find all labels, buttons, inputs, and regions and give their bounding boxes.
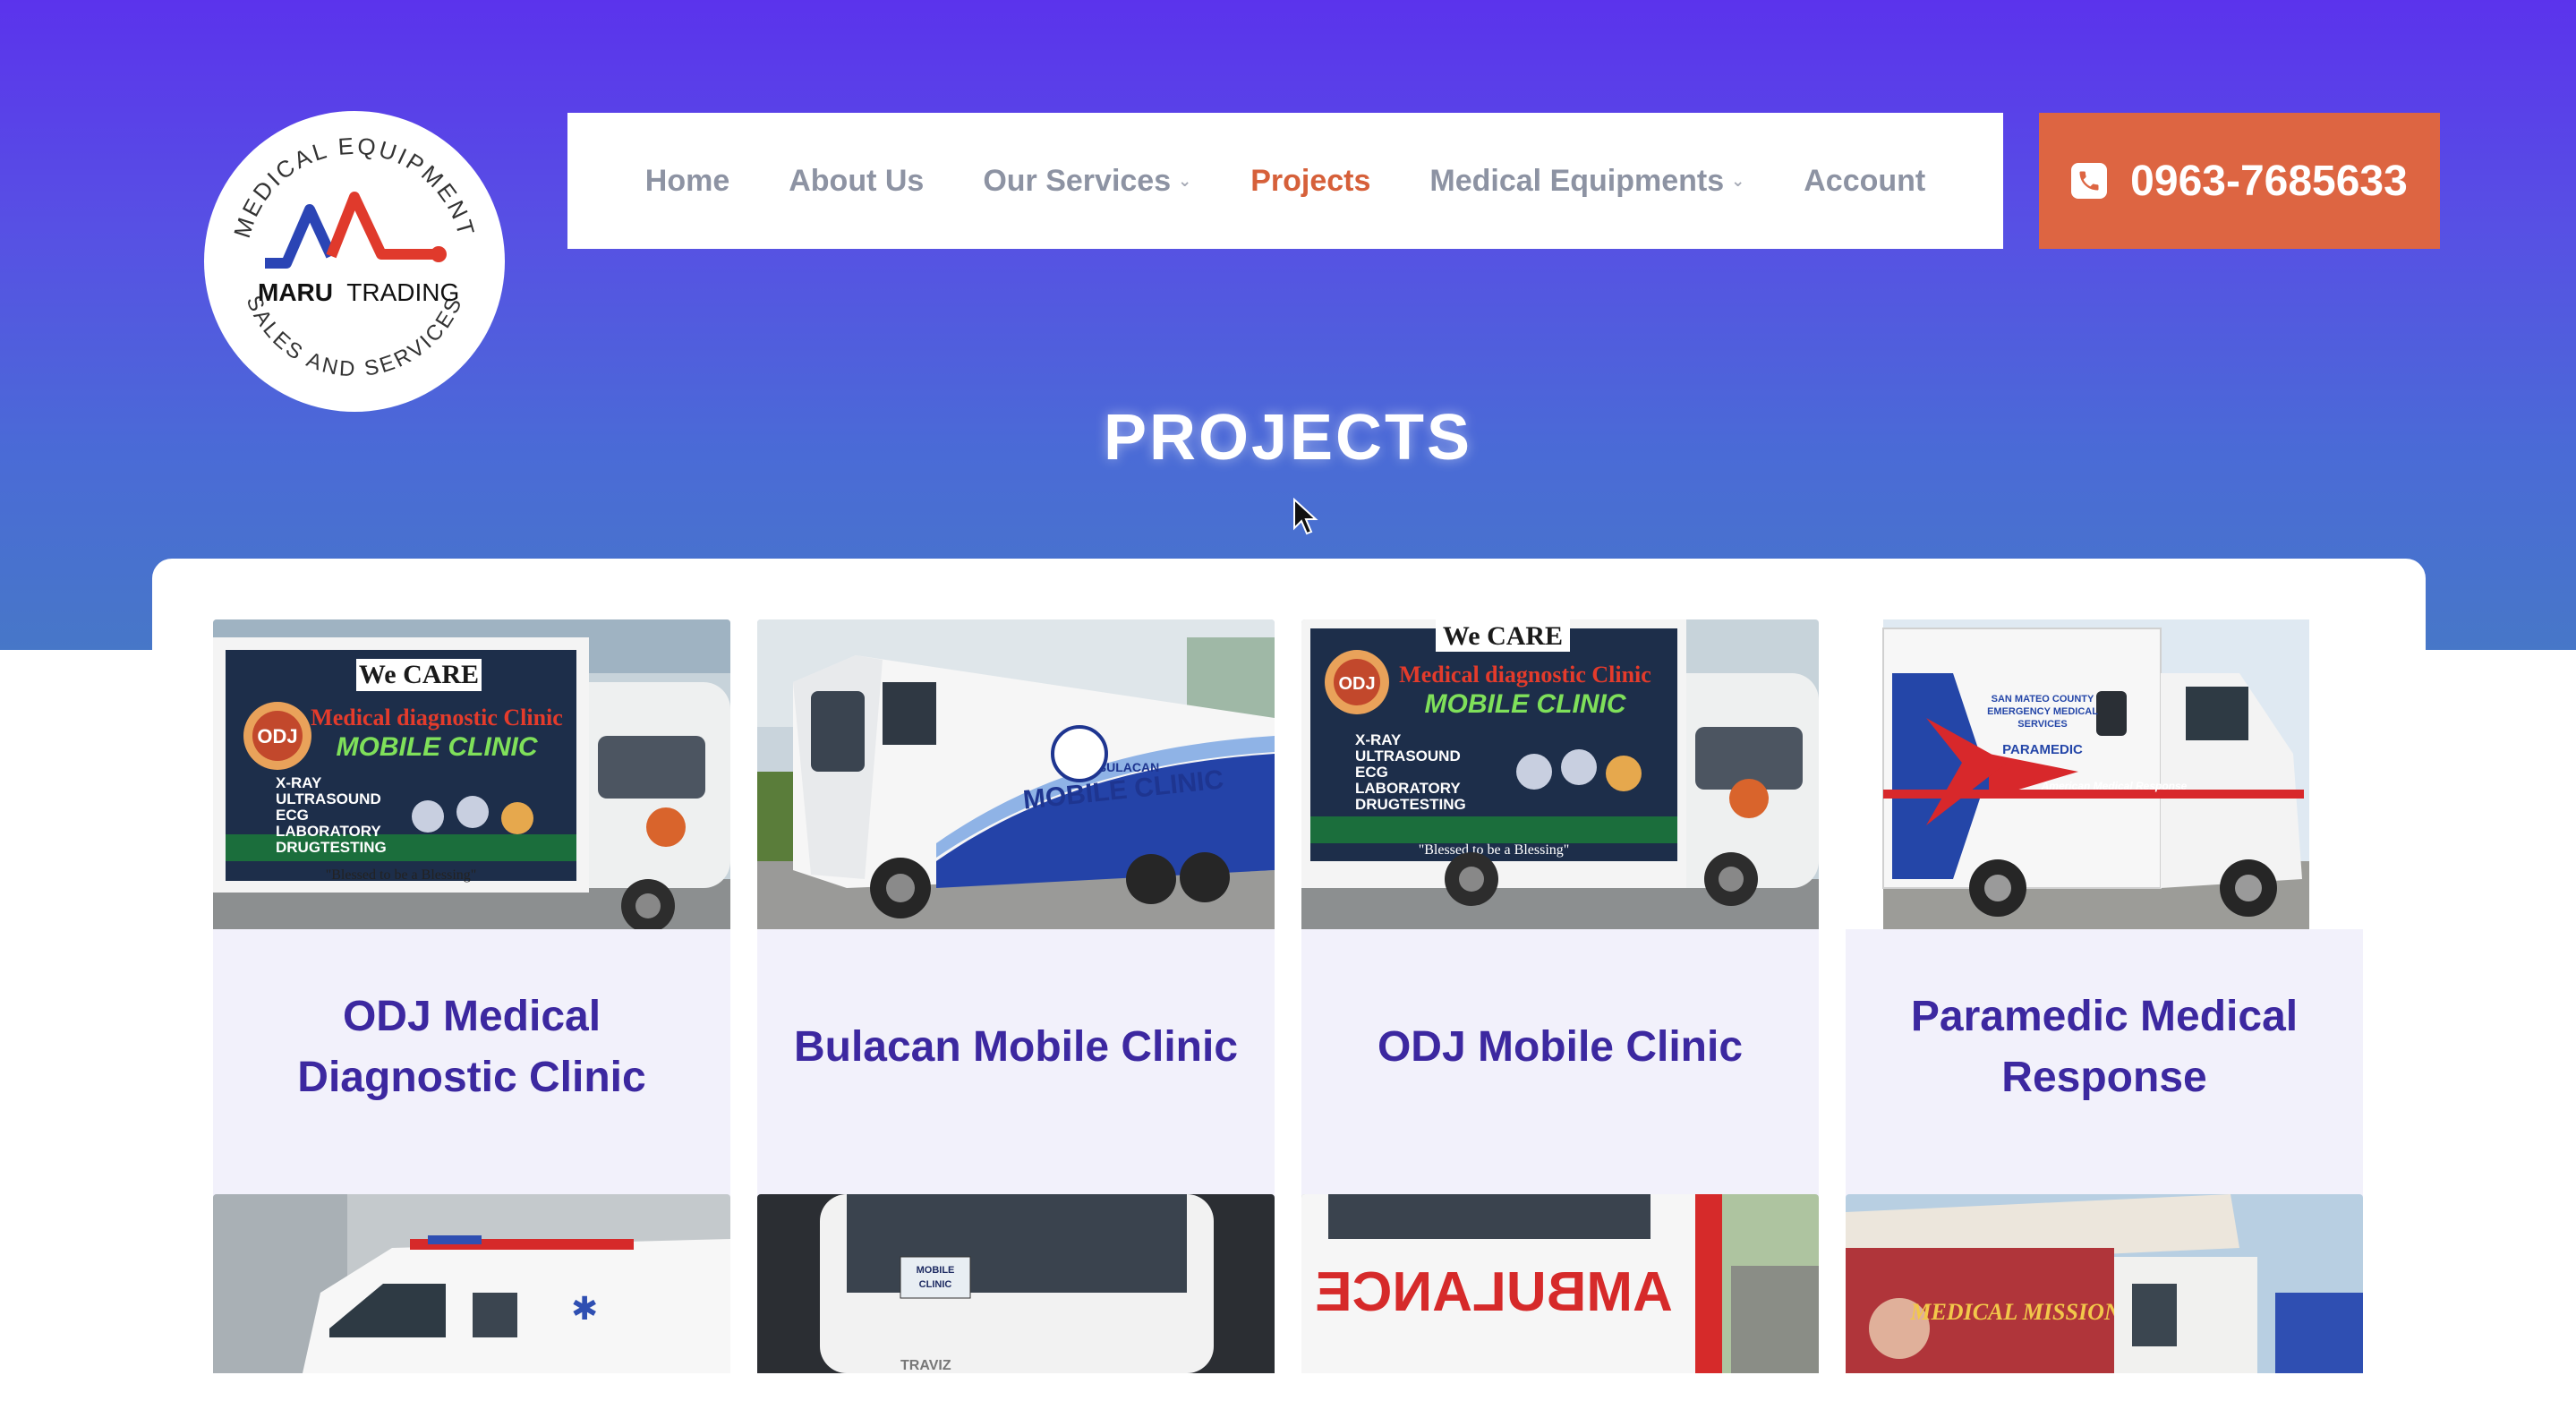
svg-text:MOBILE: MOBILE bbox=[917, 1265, 955, 1276]
svg-text:SAN MATEO COUNTY: SAN MATEO COUNTY bbox=[1992, 694, 2094, 705]
project-title[interactable]: Paramedic Medical Response bbox=[1872, 929, 2336, 1166]
nav-our-services[interactable]: Our Services ⌄ bbox=[983, 164, 1191, 199]
nav-home[interactable]: Home bbox=[645, 164, 729, 199]
image-text-medical-mission: MEDICAL MISSION bbox=[1909, 1299, 2122, 1325]
svg-text:MARU TRADING: MARU TRADING bbox=[258, 278, 459, 306]
image-text-service: ECG bbox=[1355, 764, 1388, 781]
phone-number: 0963-7685633 bbox=[2130, 157, 2408, 205]
project-card-row2-1[interactable]: ✱ bbox=[213, 1194, 730, 1373]
image-text-service: DRUGTESTING bbox=[1355, 796, 1466, 813]
nav-projects-label: Projects bbox=[1250, 163, 1371, 198]
image-text-service: ECG bbox=[276, 807, 309, 824]
svg-text:✱: ✱ bbox=[571, 1291, 598, 1328]
image-text-amr: American Medical Response bbox=[2041, 780, 2188, 792]
phone-button[interactable]: 0963-7685633 bbox=[2039, 113, 2440, 249]
nav-our-services-label: Our Services bbox=[983, 163, 1172, 198]
logo-dot bbox=[431, 246, 447, 262]
logo-wave-red bbox=[326, 192, 437, 260]
image-text-odj-banner: Medical diagnostic Clinic bbox=[311, 705, 563, 730]
image-text-mobile-clinic: MOBILE CLINIC bbox=[337, 732, 539, 762]
logo-top-text: MEDICAL EQUIPMENT bbox=[228, 132, 478, 242]
image-text-service: ULTRASOUND bbox=[1355, 747, 1461, 765]
image-text-blessing: "Blessed to be a Blessing" bbox=[1419, 842, 1570, 858]
image-text-blessing: "Blessed to be a Blessing" bbox=[326, 867, 477, 883]
logo-wave-blue bbox=[265, 204, 337, 269]
project-card-odj-mobile[interactable]: We CARE ODJ Medical diagnostic Clinic MO… bbox=[1301, 619, 1819, 1225]
logo-name-bold: MARU bbox=[258, 278, 333, 306]
image-text-paramedic: PARAMEDIC bbox=[2002, 742, 2083, 757]
project-title[interactable]: ODJ Medical Diagnostic Clinic bbox=[240, 929, 704, 1166]
svg-text:SERVICES: SERVICES bbox=[2017, 719, 2067, 730]
image-text-ambulance: AMBULANCE bbox=[1315, 1261, 1673, 1323]
image-text-we-care: We CARE bbox=[359, 660, 479, 689]
page-title: PROJECTS bbox=[1103, 402, 1473, 474]
nav-account[interactable]: Account bbox=[1804, 164, 1925, 199]
chevron-down-icon: ⌄ bbox=[1731, 171, 1745, 190]
project-card-paramedic[interactable]: SAN MATEO COUNTY EMERGENCY MEDICAL SERVI… bbox=[1846, 619, 2363, 1225]
svg-text:ODJ: ODJ bbox=[257, 725, 297, 747]
image-text-service: DRUGTESTING bbox=[276, 839, 387, 856]
project-card-bulacan[interactable]: BULACAN MOBILE CLINIC Bulacan Mobile Cli… bbox=[757, 619, 1275, 1225]
chevron-down-icon: ⌄ bbox=[1178, 171, 1192, 190]
project-card-odj-medical[interactable]: We CARE ODJ Medical diagnostic Clinic MO… bbox=[213, 619, 730, 1225]
svg-text:ODJ: ODJ bbox=[1338, 674, 1375, 694]
image-text-service: LABORATORY bbox=[1355, 780, 1461, 797]
phone-icon bbox=[2071, 163, 2108, 199]
image-text-service: LABORATORY bbox=[276, 823, 381, 840]
image-text-service: X-RAY bbox=[276, 774, 322, 791]
nav-medical-equipments-label: Medical Equipments bbox=[1429, 163, 1725, 198]
project-title[interactable]: Bulacan Mobile Clinic bbox=[784, 929, 1248, 1166]
project-card-row2-4[interactable]: MEDICAL MISSION bbox=[1846, 1194, 2363, 1373]
nav-medical-equipments[interactable]: Medical Equipments ⌄ bbox=[1429, 164, 1744, 199]
project-image-odj-mobile: We CARE ODJ Medical diagnostic Clinic MO… bbox=[1301, 619, 1819, 929]
company-logo[interactable]: MEDICAL EQUIPMENT SALES AND SERVICES MAR… bbox=[204, 111, 505, 412]
nav-about-us-label: About Us bbox=[789, 163, 925, 198]
nav-account-label: Account bbox=[1804, 163, 1926, 198]
svg-text:EMERGENCY MEDICAL: EMERGENCY MEDICAL bbox=[1987, 706, 2098, 717]
project-title[interactable]: ODJ Mobile Clinic bbox=[1328, 929, 1792, 1166]
project-image-odj-medical: We CARE ODJ Medical diagnostic Clinic MO… bbox=[213, 619, 730, 929]
svg-text:MEDICAL EQUIPMENT: MEDICAL EQUIPMENT bbox=[228, 132, 481, 242]
project-image-paramedic: SAN MATEO COUNTY EMERGENCY MEDICAL SERVI… bbox=[1846, 619, 2363, 929]
logo-name-rest: TRADING bbox=[346, 278, 459, 306]
mouse-cursor-icon bbox=[1293, 498, 1318, 535]
image-text-service: X-RAY bbox=[1355, 731, 1402, 748]
logo-graphic: MEDICAL EQUIPMENT SALES AND SERVICES MAR… bbox=[228, 132, 481, 382]
image-text-odj-banner: Medical diagnostic Clinic bbox=[1399, 662, 1651, 688]
nav-about-us[interactable]: About Us bbox=[789, 164, 924, 199]
image-text-we-care: We CARE bbox=[1443, 621, 1563, 651]
main-nav: Home About Us Our Services ⌄ Projects Me… bbox=[567, 113, 2003, 249]
image-text-service: ULTRASOUND bbox=[276, 790, 381, 807]
nav-projects[interactable]: Projects bbox=[1250, 164, 1370, 199]
project-card-row2-2[interactable]: MOBILE CLINIC TRAVIZ bbox=[757, 1194, 1275, 1373]
nav-home-label: Home bbox=[644, 163, 730, 198]
project-image-bulacan: BULACAN MOBILE CLINIC bbox=[757, 619, 1275, 929]
image-text-mobile-clinic: MOBILE CLINIC bbox=[1425, 689, 1627, 719]
project-card-row2-3[interactable]: AMBULANCE bbox=[1301, 1194, 1819, 1373]
svg-text:CLINIC: CLINIC bbox=[919, 1279, 952, 1290]
